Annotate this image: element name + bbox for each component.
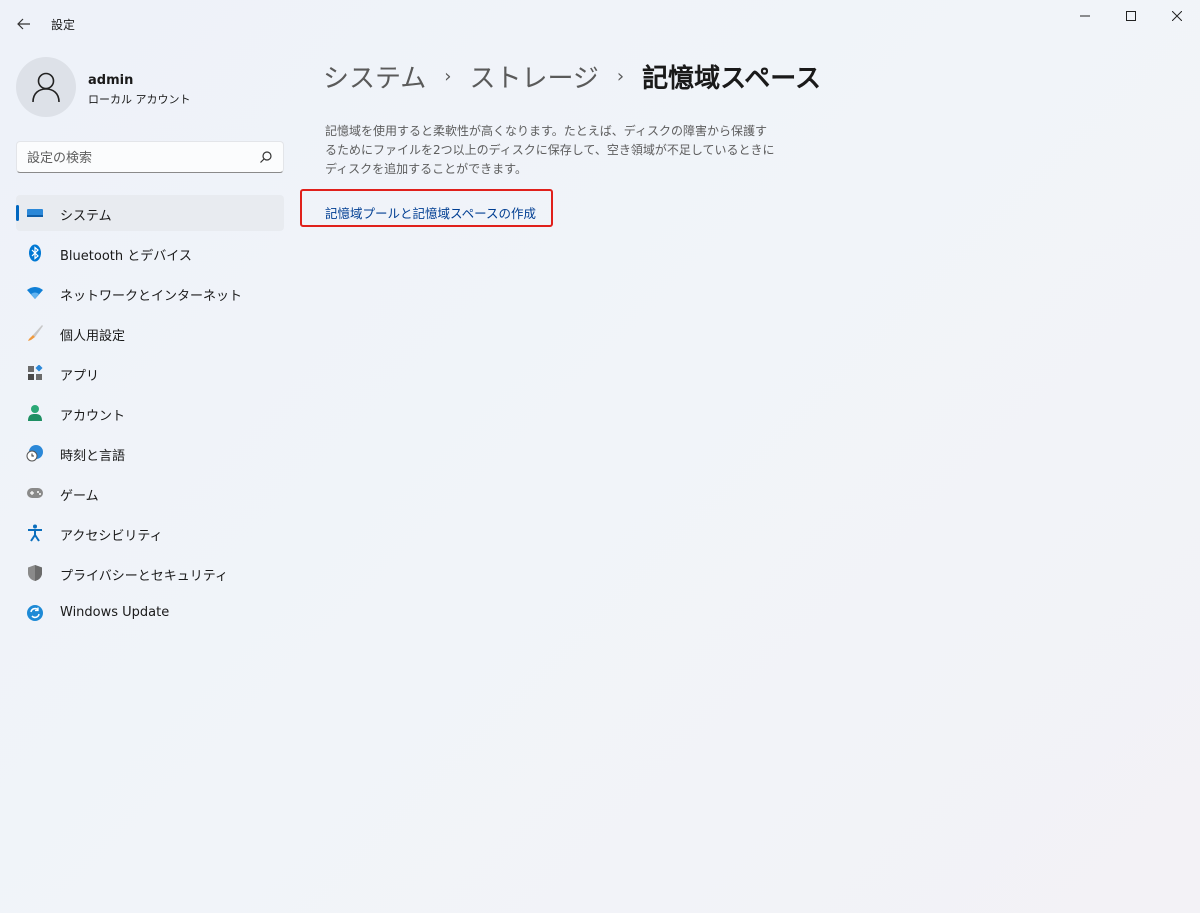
shield-icon (26, 564, 44, 582)
sidebar-item-network[interactable]: ネットワークとインターネット (16, 275, 284, 311)
sidebar-item-label: 時刻と言語 (60, 449, 126, 464)
description-text: 記憶域を使用すると柔軟性が高くなります。たとえば、ディスクの障害から保護するため… (325, 124, 775, 176)
title-bar: 設定 (0, 0, 1200, 46)
sidebar-item-apps[interactable]: アプリ (16, 355, 284, 391)
wifi-icon (26, 284, 44, 302)
sidebar-item-label: Bluetooth とデバイス (60, 249, 192, 264)
minimize-button[interactable] (1062, 0, 1108, 32)
chevron-right-icon: › (616, 65, 625, 87)
search-input[interactable] (27, 148, 247, 168)
sidebar-item-windows-update[interactable]: Windows Update (16, 595, 284, 631)
sidebar-item-label: システム (60, 209, 112, 224)
maximize-button[interactable] (1108, 0, 1154, 32)
user-name: admin (88, 73, 134, 88)
apps-icon (26, 364, 44, 382)
sidebar-item-label: ゲーム (60, 489, 99, 504)
close-button[interactable] (1154, 0, 1200, 32)
bluetooth-icon (26, 244, 44, 262)
time-language-icon (26, 444, 44, 462)
back-button[interactable] (10, 10, 38, 38)
avatar[interactable] (16, 57, 76, 117)
user-avatar-icon (32, 72, 60, 103)
sidebar-item-label: 個人用設定 (60, 329, 126, 344)
sidebar-item-accessibility[interactable]: アクセシビリティ (16, 515, 284, 551)
brush-icon (26, 324, 44, 342)
close-icon (1172, 11, 1182, 21)
sidebar-item-gaming[interactable]: ゲーム (16, 475, 284, 511)
sidebar-item-accounts[interactable]: アカウント (16, 395, 284, 431)
sidebar-item-label: アプリ (60, 369, 100, 384)
chevron-right-icon: › (444, 65, 452, 87)
accessibility-icon (26, 524, 44, 542)
gamepad-icon (26, 484, 44, 502)
breadcrumb: システム › ストレージ › 記憶域スペース (323, 56, 821, 96)
highlight-box: 記憶域プールと記憶域スペースの作成 (300, 189, 553, 227)
maximize-icon (1126, 11, 1136, 21)
selection-indicator (16, 205, 19, 221)
windows-update-icon (26, 604, 44, 622)
account-type: ローカル アカウント (88, 93, 191, 106)
sidebar-item-system[interactable]: システム (16, 195, 284, 231)
search-box[interactable] (16, 141, 284, 173)
search-icon[interactable] (259, 150, 273, 164)
sidebar-item-label: ネットワークとインターネット (60, 289, 243, 304)
sidebar-item-label: アカウント (60, 409, 126, 424)
sidebar-nav: システム Bluetooth とデバイス ネットワークとインターネット 個人用設… (16, 195, 284, 635)
sidebar-item-label: Windows Update (60, 605, 170, 620)
back-arrow-icon (17, 18, 30, 30)
system-icon (26, 204, 44, 222)
page-title: 記憶域スペース (642, 63, 822, 94)
minimize-icon (1080, 15, 1090, 17)
person-icon (26, 404, 44, 422)
sidebar-item-label: プライバシーとセキュリティ (60, 569, 228, 584)
sidebar-item-label: アクセシビリティ (60, 529, 163, 544)
app-title: 設定 (51, 18, 76, 32)
sidebar-item-privacy[interactable]: プライバシーとセキュリティ (16, 555, 284, 591)
sidebar-item-bluetooth[interactable]: Bluetooth とデバイス (16, 235, 284, 271)
sidebar-item-time-language[interactable]: 時刻と言語 (16, 435, 284, 471)
breadcrumb-system[interactable]: システム (323, 58, 426, 95)
create-storage-pool-link[interactable]: 記憶域プールと記憶域スペースの作成 (325, 203, 536, 222)
breadcrumb-storage[interactable]: ストレージ (469, 58, 598, 95)
sidebar-item-personalization[interactable]: 個人用設定 (16, 315, 284, 351)
